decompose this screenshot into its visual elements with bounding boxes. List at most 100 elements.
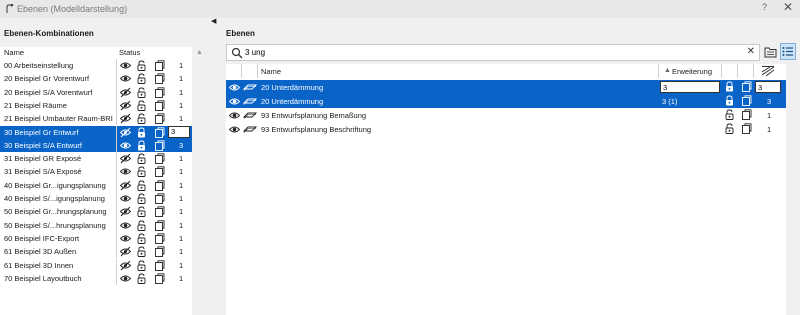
lock-icon[interactable]: [724, 81, 735, 92]
table-row[interactable]: 21 Beispiel Umbauter Raum-BRI 1: [0, 112, 192, 126]
wireframe-icon[interactable]: [741, 123, 752, 134]
wireframe-icon[interactable]: [154, 219, 165, 231]
lock-icon[interactable]: [724, 95, 735, 106]
help-button[interactable]: ?: [762, 2, 767, 12]
folder-view-button[interactable]: [764, 45, 778, 59]
wireframe-icon[interactable]: [154, 100, 165, 111]
table-row[interactable]: 20 Unterdämmung 3 (1) 3: [226, 94, 786, 108]
table-row[interactable]: 21 Beispiel Räume 1: [0, 98, 192, 113]
lock-icon[interactable]: [136, 233, 147, 244]
lock-icon[interactable]: [136, 260, 147, 271]
eye-icon[interactable]: [228, 124, 241, 134]
table-row[interactable]: 50 Beispiel S/...hrungsplanung 1: [0, 218, 192, 232]
intersection-group-field[interactable]: [755, 81, 781, 93]
column-header-status[interactable]: Status: [119, 48, 140, 57]
lock-icon[interactable]: [136, 220, 147, 231]
lock-icon[interactable]: [136, 246, 147, 258]
eye-hidden-icon[interactable]: [119, 246, 132, 257]
table-row[interactable]: 30 Beispiel Gr Entwurf: [0, 125, 192, 139]
lock-icon[interactable]: [136, 113, 147, 125]
lock-icon[interactable]: [136, 153, 147, 165]
scrollbar[interactable]: ▲: [193, 47, 206, 315]
lock-icon[interactable]: [136, 60, 147, 71]
eye-icon[interactable]: [119, 140, 132, 151]
column-header-name[interactable]: Name: [4, 48, 24, 57]
close-button[interactable]: ✕: [783, 0, 793, 14]
table-row[interactable]: 61 Beispiel 3D Innen 1: [0, 258, 192, 272]
wireframe-icon[interactable]: [154, 153, 165, 165]
eye-icon[interactable]: [228, 96, 241, 106]
table-row[interactable]: 20 Unterdämmung: [226, 80, 786, 94]
lock-icon[interactable]: [136, 273, 147, 284]
wireframe-icon[interactable]: [154, 140, 165, 151]
eye-hidden-icon[interactable]: [119, 127, 132, 138]
eye-hidden-icon[interactable]: [119, 113, 132, 124]
table-row[interactable]: 50 Beispiel Gr...hrungsplanung 1: [0, 205, 192, 219]
table-row[interactable]: 40 Beispiel S/...igungsplanung 1: [0, 192, 192, 206]
table-row[interactable]: 20 Beispiel S/A Vorentwurf 1: [0, 85, 192, 99]
table-row[interactable]: 40 Beispiel Gr...igungsplanung 1: [0, 178, 192, 192]
eye-hidden-icon[interactable]: [119, 206, 132, 217]
eye-hidden-icon[interactable]: [119, 153, 132, 164]
eye-icon[interactable]: [119, 193, 132, 204]
table-row[interactable]: 31 Beispiel GR Exposé 1: [0, 152, 192, 166]
lock-icon[interactable]: [136, 73, 147, 85]
wireframe-icon[interactable]: [154, 166, 165, 178]
lock-icon[interactable]: [136, 140, 147, 151]
table-row[interactable]: 60 Beispiel IFC-Export 1: [0, 231, 192, 246]
list-view-button[interactable]: [780, 43, 796, 60]
eye-hidden-icon[interactable]: [119, 260, 132, 271]
eye-icon[interactable]: [228, 82, 241, 92]
eye-icon[interactable]: [119, 60, 132, 71]
extension-field[interactable]: [660, 81, 720, 93]
eye-icon[interactable]: [119, 166, 132, 177]
eye-icon[interactable]: [119, 73, 132, 84]
lock-icon[interactable]: [136, 166, 147, 178]
wireframe-icon[interactable]: [154, 193, 165, 204]
eye-hidden-icon[interactable]: [119, 87, 132, 98]
wireframe-icon[interactable]: [154, 233, 165, 244]
panel-splitter[interactable]: [210, 18, 215, 315]
table-row[interactable]: 31 Beispiel S/A Exposé 1: [0, 165, 192, 179]
wireframe-icon[interactable]: [154, 180, 165, 191]
wireframe-icon[interactable]: [154, 273, 165, 284]
table-row[interactable]: 00 Arbeitseinstellung 1: [0, 59, 192, 73]
table-row[interactable]: 70 Beispiel Layoutbuch 1: [0, 271, 192, 286]
lock-icon[interactable]: [136, 87, 147, 98]
collapse-arrow-icon[interactable]: ◀: [211, 17, 216, 25]
table-row[interactable]: 30 Beispiel S/A Entwurf 3: [0, 138, 192, 153]
lock-icon[interactable]: [136, 193, 147, 204]
eye-icon[interactable]: [119, 220, 132, 231]
pen-set-icon[interactable]: [761, 65, 775, 77]
wireframe-icon[interactable]: [154, 113, 165, 125]
table-row[interactable]: 93 Entwurfsplanung Beschriftung 1: [226, 122, 786, 136]
search-input[interactable]: 3 ung ✕: [226, 44, 760, 61]
eye-icon[interactable]: [119, 233, 132, 244]
intersection-group-field[interactable]: [168, 125, 190, 138]
wireframe-icon[interactable]: [154, 60, 165, 71]
lock-icon[interactable]: [136, 127, 147, 138]
lock-icon[interactable]: [136, 180, 147, 191]
wireframe-icon[interactable]: [741, 109, 752, 120]
clear-search-icon[interactable]: ✕: [747, 46, 755, 57]
scrollbar[interactable]: [786, 64, 798, 315]
wireframe-icon[interactable]: [154, 259, 165, 271]
wireframe-icon[interactable]: [154, 126, 165, 138]
table-row[interactable]: 61 Beispiel 3D Außen 1: [0, 245, 192, 259]
scroll-up-icon[interactable]: ▲: [196, 49, 203, 56]
wireframe-icon[interactable]: [154, 86, 165, 98]
wireframe-icon[interactable]: [154, 73, 165, 85]
eye-hidden-icon[interactable]: [119, 100, 132, 111]
wireframe-icon[interactable]: [154, 246, 165, 258]
table-row[interactable]: 20 Beispiel Gr Vorentwurf 1: [0, 72, 192, 86]
table-row[interactable]: 93 Entwurfsplanung Bemaßung 1: [226, 108, 786, 122]
eye-hidden-icon[interactable]: [119, 180, 132, 191]
eye-icon[interactable]: [119, 273, 132, 284]
wireframe-icon[interactable]: [154, 206, 165, 218]
lock-icon[interactable]: [136, 100, 147, 111]
column-header-extension[interactable]: Erweiterung: [672, 67, 712, 76]
lock-icon[interactable]: [724, 109, 735, 120]
column-header-name[interactable]: Name: [261, 67, 281, 76]
lock-icon[interactable]: [136, 206, 147, 218]
lock-icon[interactable]: [724, 123, 735, 134]
